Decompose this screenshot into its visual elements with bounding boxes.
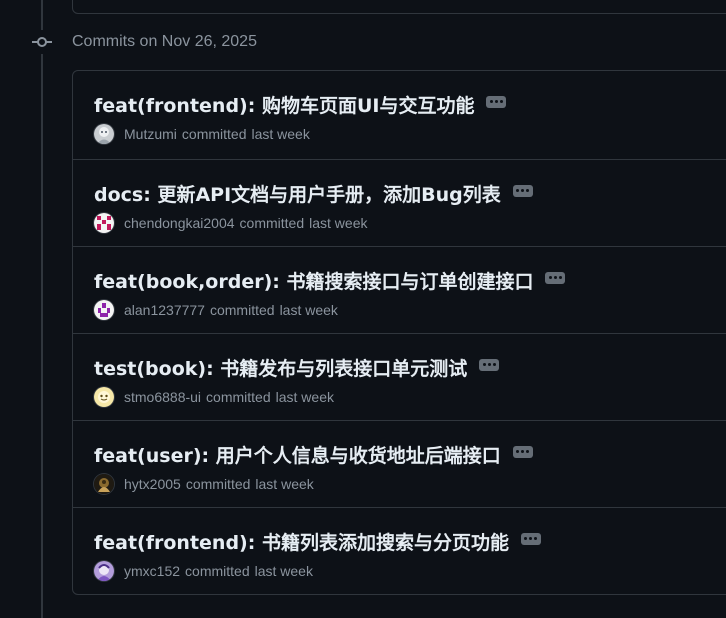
- commit-message-link[interactable]: feat(frontend): 购物车页面UI与交互功能: [94, 91, 474, 118]
- commit-group-title: Commits on Nov 26, 2025: [72, 33, 257, 50]
- avatar[interactable]: [94, 387, 114, 407]
- kebab-ellipsis-icon[interactable]: [512, 184, 533, 197]
- avatar[interactable]: [94, 124, 114, 144]
- avatar[interactable]: [94, 213, 114, 233]
- commit-row: feat(frontend): 购物车页面UI与交互功能 Mutzumi com…: [73, 71, 726, 159]
- commit-group-header: Commits on Nov 26, 2025: [30, 30, 257, 54]
- commit-author-link[interactable]: Mutzumi: [124, 126, 177, 142]
- commit-timestamp[interactable]: last week: [255, 563, 313, 579]
- timeline-line: [41, 0, 43, 618]
- commit-message-link[interactable]: test(book): 书籍发布与列表接口单元测试: [94, 354, 467, 381]
- commit-verb: committed: [185, 476, 251, 492]
- previous-commit-group-card: [72, 0, 726, 14]
- commit-row: feat(user): 用户个人信息与收货地址后端接口 hytx2005 com…: [73, 420, 726, 507]
- commit-verb: committed: [185, 563, 250, 579]
- commit-timestamp[interactable]: last week: [276, 389, 334, 405]
- commit-row: feat(book,order): 书籍搜索接口与订单创建接口 alan1237…: [73, 246, 726, 333]
- commit-row: test(book): 书籍发布与列表接口单元测试 stmo6888-ui co…: [73, 333, 726, 420]
- commit-author-link[interactable]: stmo6888-ui: [124, 389, 201, 405]
- commit-timestamp[interactable]: last week: [251, 126, 309, 142]
- git-commit-icon: [30, 30, 54, 54]
- avatar[interactable]: [94, 474, 114, 494]
- avatar[interactable]: [94, 561, 114, 581]
- commit-verb: committed: [181, 126, 247, 142]
- commit-author-link[interactable]: ymxc152: [124, 563, 180, 579]
- commit-verb: committed: [206, 389, 271, 405]
- kebab-ellipsis-icon[interactable]: [520, 532, 541, 545]
- commit-timestamp[interactable]: last week: [280, 302, 338, 318]
- commit-author-link[interactable]: hytx2005: [124, 476, 181, 492]
- commit-author-link[interactable]: alan1237777: [124, 302, 205, 318]
- commit-verb: committed: [239, 215, 305, 231]
- commit-verb: committed: [209, 302, 275, 318]
- kebab-ellipsis-icon[interactable]: [486, 95, 507, 108]
- kebab-ellipsis-icon[interactable]: [512, 445, 533, 458]
- commit-message-link[interactable]: feat(frontend): 书籍列表添加搜索与分页功能: [94, 528, 509, 555]
- commit-row: docs: 更新API文档与用户手册，添加Bug列表 chendongkai20…: [73, 159, 726, 246]
- commit-timestamp[interactable]: last week: [309, 215, 367, 231]
- commit-timestamp[interactable]: last week: [255, 476, 313, 492]
- commit-author-link[interactable]: chendongkai2004: [124, 215, 235, 231]
- commit-message-link[interactable]: feat(book,order): 书籍搜索接口与订单创建接口: [94, 267, 533, 294]
- commit-message-link[interactable]: docs: 更新API文档与用户手册，添加Bug列表: [94, 180, 501, 207]
- commit-message-link[interactable]: feat(user): 用户个人信息与收货地址后端接口: [94, 441, 501, 468]
- kebab-ellipsis-icon[interactable]: [479, 358, 500, 371]
- avatar[interactable]: [94, 300, 114, 320]
- commit-row: feat(frontend): 书籍列表添加搜索与分页功能 ymxc152 co…: [73, 507, 726, 594]
- kebab-ellipsis-icon[interactable]: [545, 271, 566, 284]
- commit-list: feat(frontend): 购物车页面UI与交互功能 Mutzumi com…: [72, 70, 726, 595]
